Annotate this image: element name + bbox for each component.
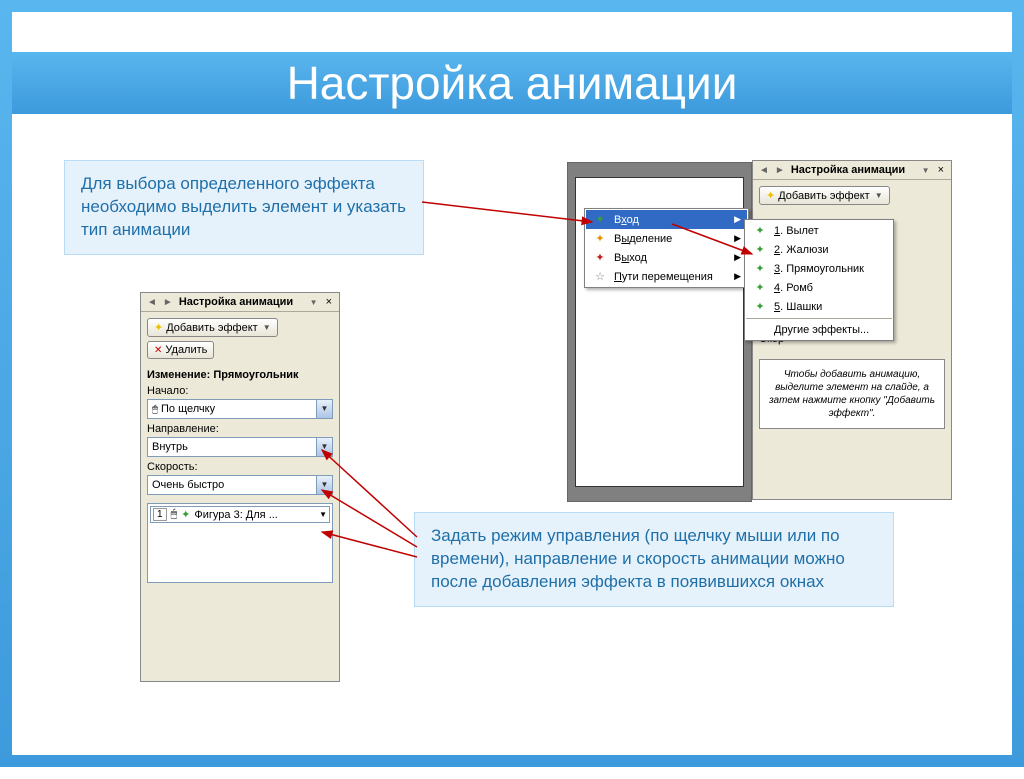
menu-label: 3. Прямоугольник — [774, 263, 886, 275]
submenu-arrow-icon: ▶ — [734, 252, 741, 263]
nav-forward-icon[interactable]: ► — [161, 297, 175, 308]
close-icon[interactable]: × — [323, 296, 335, 308]
effect-icon: ✦ — [752, 300, 768, 313]
menu-item-motion-path[interactable]: ☆ Пути перемещения ▶ — [586, 267, 747, 286]
pane-dropdown-icon[interactable]: ▼ — [307, 298, 321, 307]
submenu-item[interactable]: ✦ 2. Жалюзи — [746, 240, 892, 259]
exit-icon: ✦ — [592, 251, 608, 264]
start-value: По щелчку — [161, 403, 215, 415]
star-icon: ✦ — [766, 189, 775, 202]
nav-back-icon[interactable]: ◄ — [145, 297, 159, 308]
effect-icon: ✦ — [752, 281, 768, 294]
pane-title: Настройка анимации — [177, 296, 305, 308]
submenu-item[interactable]: ✦ 4. Ромб — [746, 278, 892, 297]
submenu-arrow-icon: ▶ — [734, 271, 741, 282]
submenu-item[interactable]: ✦ 1. Вылет — [746, 221, 892, 240]
menu-separator — [746, 318, 892, 319]
menu-label: 2. Жалюзи — [774, 244, 886, 256]
slide-background: Настройка анимации Для выбора определенн… — [0, 0, 1024, 767]
effect-icon: ✦ — [752, 262, 768, 275]
menu-item-exit[interactable]: ✦ Выход ▶ — [586, 248, 747, 267]
direction-select[interactable]: Внутрь ▼ — [147, 437, 333, 457]
add-effect-button[interactable]: ✦ Добавить эффект ▼ — [759, 186, 890, 205]
chevron-down-icon: ▼ — [319, 510, 327, 519]
menu-label: 5. Шашки — [774, 301, 886, 313]
effect-category-menu: ✦ Вход ▶ ✦ Выделение ▶ ✦ Выход ▶ ☆ Пути … — [584, 208, 749, 288]
remove-button[interactable]: ✕ Удалить — [147, 341, 214, 359]
effect-icon: ✦ — [752, 243, 768, 256]
effect-icon: ✦ — [752, 224, 768, 237]
add-effect-button[interactable]: ✦ Добавить эффект ▼ — [147, 318, 278, 337]
nav-back-icon[interactable]: ◄ — [757, 165, 771, 176]
pane-header: ◄ ► Настройка анимации ▼ × — [753, 161, 951, 180]
menu-label: Другие эффекты... — [774, 324, 886, 336]
pane-header: ◄ ► Настройка анимации ▼ × — [141, 293, 339, 312]
submenu-item[interactable]: ✦ 5. Шашки — [746, 297, 892, 316]
effect-menu-cluster: ✦ Вход ▶ ✦ Выделение ▶ ✦ Выход ▶ ☆ Пути … — [584, 208, 749, 288]
start-label: Начало: — [147, 385, 333, 397]
start-select[interactable]: 🖱 По щелчку ▼ — [147, 399, 333, 419]
menu-label: Вход — [614, 214, 728, 226]
direction-label: Направление: — [147, 423, 333, 435]
slide-title: Настройка анимации — [12, 52, 1012, 114]
add-effect-label: Добавить эффект — [778, 190, 869, 202]
add-effect-label: Добавить эффект — [166, 322, 257, 334]
callout-bottom: Задать режим управления (по щелчку мыши … — [414, 512, 894, 607]
menu-label: Выход — [614, 252, 728, 264]
chevron-down-icon: ▼ — [263, 323, 271, 332]
slide-content: Настройка анимации Для выбора определенн… — [12, 12, 1012, 755]
pane-dropdown-icon[interactable]: ▼ — [919, 166, 933, 175]
motion-path-icon: ☆ — [592, 270, 608, 283]
menu-label: 4. Ромб — [774, 282, 886, 294]
menu-label: 1. Вылет — [774, 225, 886, 237]
pane-body: ✦ Добавить эффект ▼ ✕ Удалить Изменение:… — [141, 312, 339, 589]
menu-item-entrance[interactable]: ✦ Вход ▶ — [586, 210, 747, 229]
chevron-down-icon: ▼ — [875, 191, 883, 200]
speed-label: Скорость: — [147, 461, 333, 473]
chevron-down-icon: ▼ — [316, 400, 332, 418]
item-text: Фигура 3: Для ... — [194, 509, 277, 521]
close-icon[interactable]: × — [935, 164, 947, 176]
effect-submenu: ✦ 1. Вылет ✦ 2. Жалюзи ✦ 3. Прямоугольни… — [744, 219, 894, 341]
callout-top: Для выбора определенного эффекта необход… — [64, 160, 424, 255]
animation-list: 1 🖱 ✦ Фигура 3: Для ... ▼ — [147, 503, 333, 583]
speed-select[interactable]: Очень быстро ▼ — [147, 475, 333, 495]
submenu-other-effects[interactable]: Другие эффекты... — [746, 321, 892, 339]
star-icon: ✦ — [154, 321, 163, 334]
change-section-label: Изменение: Прямоугольник — [147, 369, 333, 381]
menu-label: Пути перемещения — [614, 271, 728, 283]
mouse-icon: 🖱 — [152, 404, 158, 415]
remove-icon: ✕ — [154, 345, 162, 356]
menu-label: Выделение — [614, 233, 728, 245]
emphasis-icon: ✦ — [592, 232, 608, 245]
animation-pane-left: ◄ ► Настройка анимации ▼ × ✦ Добавить эф… — [140, 292, 340, 682]
submenu-arrow-icon: ▶ — [734, 233, 741, 244]
chevron-down-icon: ▼ — [316, 476, 332, 494]
remove-label: Удалить — [165, 344, 207, 356]
speed-value: Очень быстро — [152, 479, 224, 491]
chevron-down-icon: ▼ — [316, 438, 332, 456]
item-number: 1 — [153, 508, 167, 521]
mouse-icon: 🖱 — [171, 508, 178, 521]
direction-value: Внутрь — [152, 441, 188, 453]
animation-list-item[interactable]: 1 🖱 ✦ Фигура 3: Для ... ▼ — [150, 506, 330, 523]
submenu-item[interactable]: ✦ 3. Прямоугольник — [746, 259, 892, 278]
entrance-icon: ✦ — [592, 213, 608, 226]
menu-item-emphasis[interactable]: ✦ Выделение ▶ — [586, 229, 747, 248]
nav-forward-icon[interactable]: ► — [773, 165, 787, 176]
hint-text: Чтобы добавить анимацию, выделите элемен… — [759, 359, 945, 429]
effect-icon: ✦ — [181, 508, 190, 521]
pane-title: Настройка анимации — [789, 164, 917, 176]
submenu-arrow-icon: ▶ — [734, 214, 741, 225]
